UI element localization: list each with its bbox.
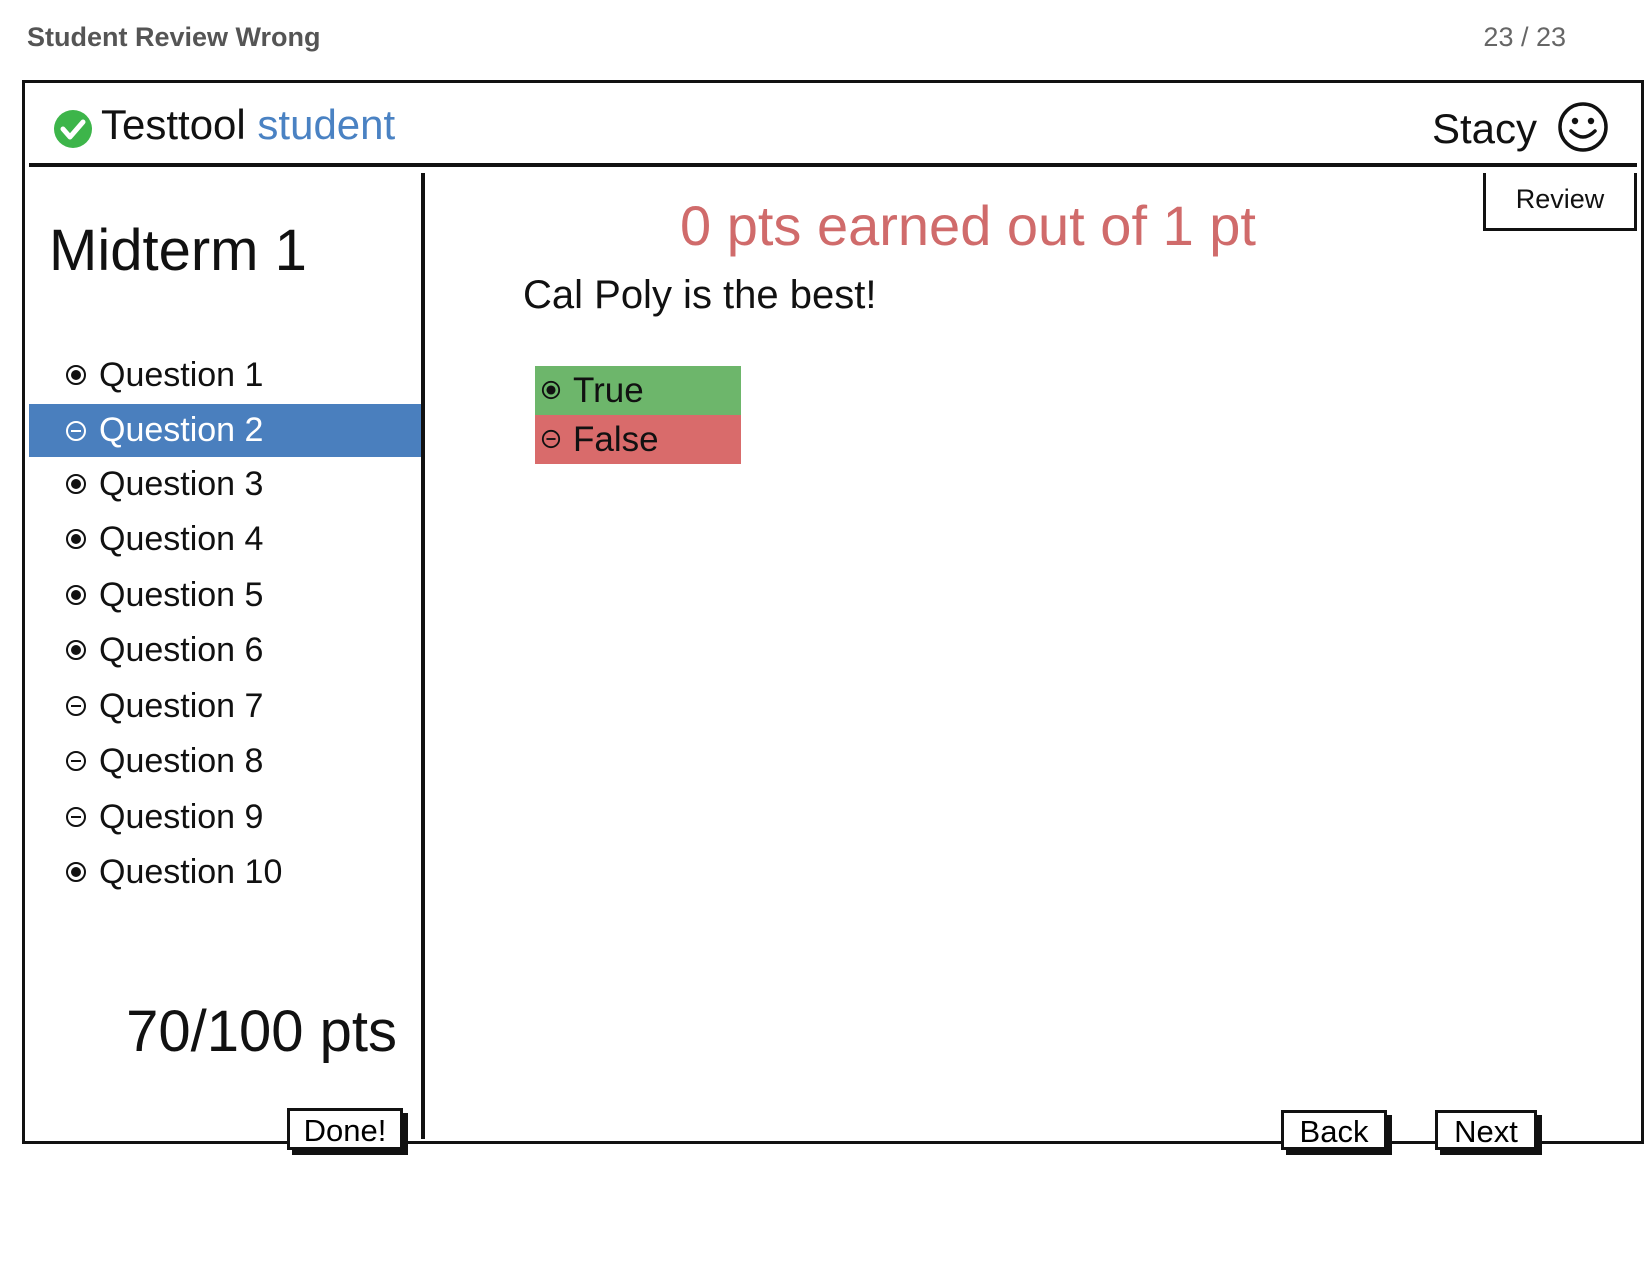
brand-accent-text: student — [257, 101, 396, 148]
check-circle-icon — [54, 110, 92, 148]
sidebar-item-label: Question 1 — [99, 356, 264, 394]
user-name[interactable]: Stacy — [1432, 105, 1537, 153]
sidebar-item-question-5[interactable]: Question 5 — [29, 568, 421, 624]
sidebar-item-question-3[interactable]: Question 3 — [29, 457, 421, 513]
question-list: Question 1 Question 2 Question 3 Question 4… — [29, 348, 421, 901]
brand-text: Testtool — [101, 101, 246, 148]
sidebar-item-question-7[interactable]: Question 7 — [29, 679, 421, 735]
filled-radio-icon — [66, 365, 86, 385]
sidebar: Midterm 1 Question 1 Question 2 Question 3… — [29, 173, 425, 1150]
sidebar-item-question-2[interactable]: Question 2 — [29, 403, 421, 457]
question-text: Cal Poly is the best! — [523, 273, 877, 317]
sidebar-item-question-4[interactable]: Question 4 — [29, 512, 421, 568]
sidebar-item-label: Question 6 — [99, 631, 264, 669]
minus-circle-icon — [66, 420, 86, 441]
points-earned: 0 pts earned out of 1 pt — [680, 194, 1256, 257]
answer-option-true[interactable]: True — [535, 366, 741, 415]
page-title: Student Review Wrong — [27, 22, 321, 52]
sidebar-item-label: Question 10 — [99, 853, 283, 891]
sidebar-item-label: Question 9 — [99, 797, 264, 836]
exam-title: Midterm 1 — [49, 218, 307, 283]
sidebar-item-question-9[interactable]: Question 9 — [29, 790, 421, 846]
filled-radio-icon — [66, 529, 86, 549]
sidebar-item-label: Question 8 — [99, 742, 264, 780]
sidebar-item-label: Question 7 — [99, 686, 264, 725]
sidebar-item-question-10[interactable]: Question 10 — [29, 845, 421, 901]
minus-circle-icon — [66, 806, 86, 827]
minus-circle-icon — [66, 695, 86, 716]
back-button[interactable]: Back — [1281, 1110, 1387, 1150]
filled-radio-icon — [66, 640, 86, 660]
filled-radio-icon — [66, 473, 86, 494]
answer-list: True False — [535, 366, 741, 464]
main-panel: Review 0 pts earned out of 1 pt Cal Poly… — [425, 173, 1637, 1150]
filled-radio-icon — [541, 380, 561, 400]
filled-radio-icon — [66, 862, 86, 882]
filled-radio-icon — [66, 584, 86, 605]
sidebar-item-question-6[interactable]: Question 6 — [29, 623, 421, 679]
answer-label: True — [573, 371, 644, 410]
minus-circle-icon — [541, 429, 561, 449]
sidebar-item-label: Question 3 — [99, 464, 264, 503]
sidebar-item-label: Question 5 — [99, 575, 264, 614]
minus-circle-icon — [66, 751, 86, 771]
brand-name: Testtool student — [101, 101, 395, 149]
sidebar-item-question-1[interactable]: Question 1 — [29, 348, 421, 404]
total-score: 70/100 pts — [126, 999, 397, 1064]
smiley-icon[interactable] — [1557, 101, 1609, 153]
next-button[interactable]: Next — [1435, 1110, 1537, 1150]
sidebar-item-label: Question 4 — [99, 520, 264, 558]
sidebar-item-question-8[interactable]: Question 8 — [29, 734, 421, 790]
top-bar: Testtool student Stacy — [29, 87, 1637, 167]
page-counter: 23 / 23 — [1483, 22, 1566, 52]
done-button[interactable]: Done! — [287, 1108, 403, 1150]
answer-option-false[interactable]: False — [535, 415, 741, 464]
review-tab[interactable]: Review — [1483, 173, 1637, 231]
sidebar-item-label: Question 2 — [99, 410, 264, 449]
answer-label: False — [573, 420, 659, 459]
app-window: Testtool student Stacy Midterm 1 Questio… — [22, 80, 1644, 1150]
